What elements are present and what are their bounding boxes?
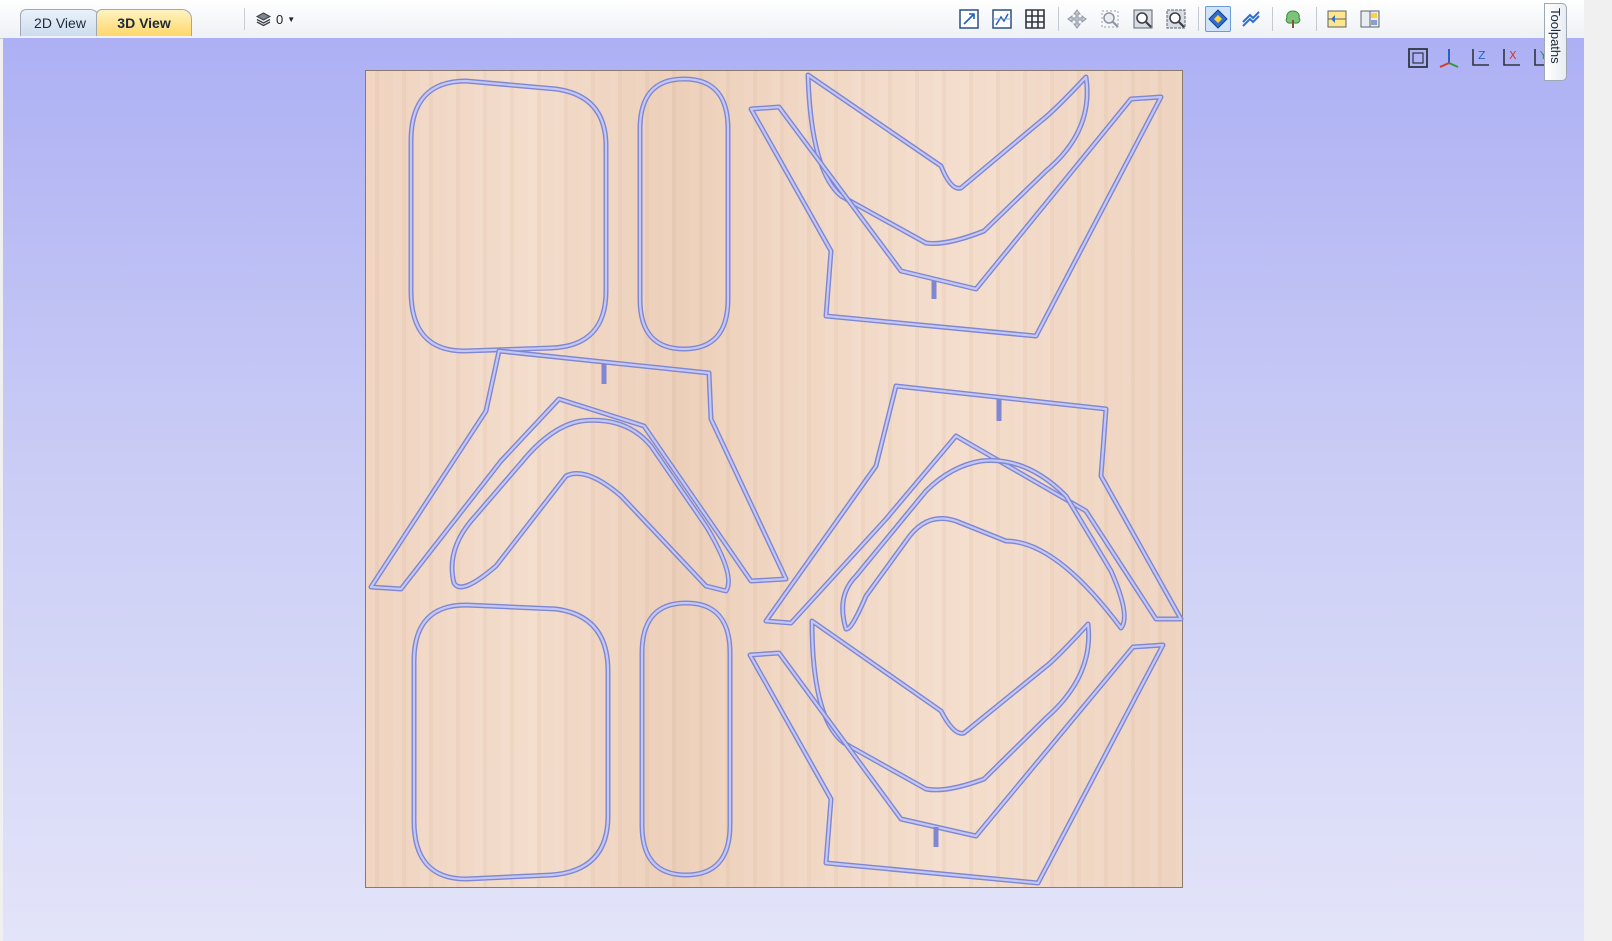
view-x-icon[interactable]: X [1497, 44, 1525, 72]
zoom-extents-icon[interactable] [956, 6, 982, 32]
panel-gutter [1584, 0, 1612, 941]
part-outlines [368, 72, 1184, 886]
zoom-out-icon[interactable] [1163, 6, 1189, 32]
tree-render-icon[interactable] [1280, 6, 1306, 32]
bracket-mid-right [763, 383, 1184, 632]
slot-bottom [639, 600, 733, 878]
bracket-top-right [748, 72, 1164, 339]
3d-viewport[interactable]: Z X Y .cut { fill:none; stroke:#7f86d2; … [3, 38, 1584, 941]
orientation-toolbar: Z X Y [1404, 44, 1556, 72]
toolbar-separator [1316, 7, 1317, 31]
toolpaths-panel-tab[interactable]: Toolpaths [1544, 3, 1567, 81]
layer-value: 0 [276, 11, 284, 27]
view-z-top-icon[interactable]: Z [1466, 44, 1494, 72]
panel-top-left [408, 78, 609, 354]
split-view-icon[interactable] [1324, 6, 1350, 32]
bracket-bottom-right [747, 618, 1166, 886]
view-z-icon[interactable] [1435, 44, 1463, 72]
layer-stack-icon [255, 11, 272, 26]
toolpath-lines-icon[interactable] [1238, 6, 1264, 32]
view-toolbar: 2D View 3D View 0 ▼ [0, 0, 1584, 39]
svg-text:X: X [1509, 49, 1517, 62]
tab-3d-view[interactable]: 3D View [96, 9, 192, 36]
iso-view-icon[interactable] [1404, 44, 1432, 72]
slot-top [637, 76, 731, 352]
panel-bottom-left [411, 602, 611, 882]
material-board[interactable]: .cut { fill:none; stroke:#7f86d2; stroke… [365, 70, 1184, 888]
chevron-down-icon: ▼ [287, 14, 296, 24]
tile-view-icon[interactable] [1357, 6, 1383, 32]
tab-2d-view[interactable]: 2D View [20, 9, 100, 36]
layer-selector[interactable]: 0 ▼ [244, 8, 295, 30]
zoom-box-icon[interactable] [1097, 6, 1123, 32]
svg-text:Z: Z [1478, 49, 1486, 62]
show-material-icon[interactable] [989, 6, 1015, 32]
toolpaths-tab-label: Toolpaths [1548, 8, 1563, 64]
toolbar-separator [244, 8, 245, 30]
toolbar-separator [1272, 7, 1273, 31]
zoom-in-icon[interactable] [1130, 6, 1156, 32]
toolbar-separator [1058, 7, 1059, 31]
toolbar-separator [1198, 7, 1199, 31]
toolpath-preview: .cut { fill:none; stroke:#7f86d2; stroke… [368, 72, 1184, 886]
toolpath-preview-icon[interactable] [1205, 6, 1231, 32]
bracket-mid-left [368, 348, 789, 594]
grid-icon[interactable] [1022, 6, 1048, 32]
pan-icon[interactable] [1064, 6, 1090, 32]
